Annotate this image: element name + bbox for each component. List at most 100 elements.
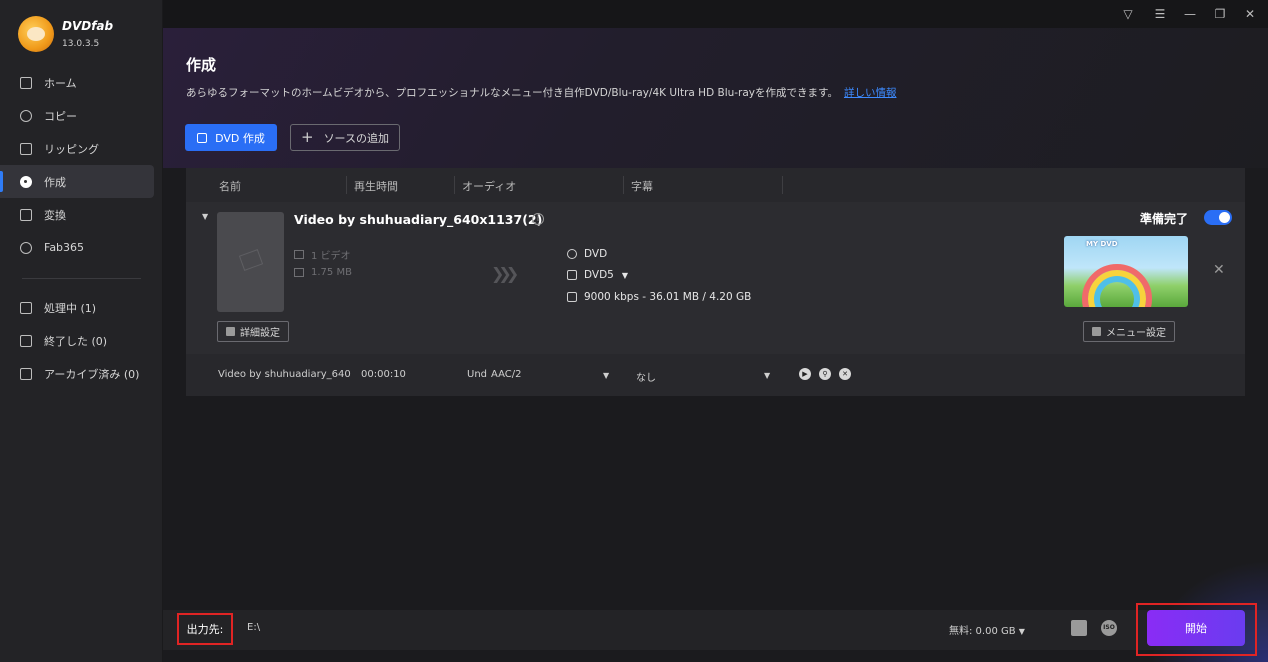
source-title: Video by shuhuadiary_640x1137(2)	[294, 212, 543, 227]
chevron-down-icon[interactable]: ▼	[764, 371, 770, 380]
page-title: 作成	[186, 56, 217, 74]
play-icon[interactable]: ▶	[799, 368, 811, 380]
file-size-text: 1.75 MB	[311, 267, 352, 278]
folder-icon[interactable]	[1071, 620, 1087, 636]
ready-toggle[interactable]	[1204, 210, 1232, 225]
dvdfab-logo	[18, 16, 54, 52]
storage-icon	[567, 292, 577, 302]
film-icon	[294, 250, 304, 259]
app-name: DVDfab	[62, 19, 114, 33]
chevron-down-icon: ▼	[1018, 627, 1025, 636]
chevron-down-icon[interactable]: ▼	[603, 371, 609, 380]
video-count: 1 ビデオ	[294, 247, 351, 262]
status-ready: 準備完了	[1140, 212, 1189, 226]
shirt-icon[interactable]: ▽	[1119, 5, 1137, 23]
sidebar-item-label: リッピング	[44, 142, 99, 156]
minimize-icon[interactable]: —	[1181, 5, 1199, 23]
sidebar-item-copy[interactable]: コピー	[0, 99, 163, 132]
video-thumbnail	[217, 212, 284, 312]
advanced-settings-label: 詳細設定	[240, 328, 280, 339]
audio-codec-select[interactable]: AAC/2	[491, 369, 522, 380]
remove-item-icon[interactable]: ✕	[1213, 262, 1225, 278]
sidebar-item-label: ホーム	[44, 76, 77, 90]
page-header: 作成 あらゆるフォーマットのホームビデオから、プロフエッショナルなメニュー付き自…	[163, 28, 1268, 168]
track-duration: 00:00:10	[361, 369, 406, 380]
column-divider	[346, 176, 347, 194]
finished-icon	[20, 334, 32, 347]
sidebar: DVDfab 13.0.3.5 ホーム コピー リッピング 作成 変換 Fab3…	[0, 0, 163, 662]
ripping-icon	[20, 142, 32, 155]
source-item: ▼ Video by shuhuadiary_640x1137(2) i 1 ビ…	[186, 202, 1245, 354]
output-path[interactable]: E:\	[247, 622, 260, 633]
sidebar-item-ripping[interactable]: リッピング	[0, 132, 163, 165]
rainbow-graphic	[1082, 264, 1152, 307]
remove-track-icon[interactable]: ✕	[839, 368, 851, 380]
iso-icon[interactable]: ISO	[1101, 620, 1117, 636]
footer-bar: 出力先: E:\ 無料: 0.00 GB ▼ ISO	[163, 610, 1268, 650]
sidebar-item-label: 作成	[44, 175, 66, 189]
sidebar-nav: ホーム コピー リッピング 作成 変換 Fab365 処理中 (1) 終了した …	[0, 66, 163, 390]
output-label: 出力先:	[177, 613, 233, 645]
sidebar-item-create[interactable]: 作成	[0, 165, 154, 198]
start-button[interactable]: 開始	[1147, 610, 1245, 646]
sidebar-item-label: アーカイブ済み (0)	[44, 367, 140, 381]
title-bar: ▽ ☰ — ❐ ✕	[163, 0, 1268, 28]
sidebar-item-convert[interactable]: 変換	[0, 198, 163, 231]
output-format: DVD	[567, 248, 607, 260]
menu-settings-icon	[1092, 327, 1101, 336]
restore-icon[interactable]: ❐	[1211, 5, 1229, 23]
sidebar-item-label: 処理中 (1)	[44, 301, 97, 315]
chevron-down-icon: ▼	[621, 270, 629, 280]
arrow-right-icon: ❯❯❯	[491, 264, 519, 283]
advanced-settings-button[interactable]: 詳細設定	[217, 321, 289, 342]
sidebar-item-label: コピー	[44, 109, 77, 123]
collapse-caret-icon[interactable]: ▼	[202, 212, 208, 221]
dvd-create-button[interactable]: DVD 作成	[185, 124, 277, 151]
menu-preview[interactable]: MY DVD	[1064, 236, 1188, 307]
free-space[interactable]: 無料: 0.00 GB ▼	[949, 622, 1025, 637]
fab365-icon	[20, 241, 32, 254]
info-icon[interactable]: i	[532, 213, 544, 225]
output-format-text: DVD	[584, 248, 608, 260]
sidebar-item-home[interactable]: ホーム	[0, 66, 163, 99]
page-description: あらゆるフォーマットのホームビデオから、プロフエッショナルなメニュー付き自作DV…	[186, 85, 896, 100]
sidebar-item-label: Fab365	[44, 241, 85, 254]
home-icon	[20, 76, 32, 89]
bitrate-text: 9000 kbps - 36.01 MB / 4.20 GB	[584, 291, 752, 303]
disc-type-icon	[567, 270, 577, 280]
more-info-link[interactable]: 詳しい情報	[844, 87, 897, 99]
dvd-create-icon	[197, 132, 208, 143]
file-icon	[294, 268, 304, 277]
disc-icon	[20, 175, 32, 188]
menu-icon[interactable]: ☰	[1151, 5, 1169, 23]
archive-icon	[20, 367, 32, 380]
menu-settings-button[interactable]: メニュー設定	[1083, 321, 1175, 342]
column-header-duration: 再生時間	[354, 180, 398, 193]
plus-icon: +	[300, 128, 314, 146]
copy-icon	[20, 109, 32, 122]
track-name: Video by shuhuadiary_640	[218, 369, 351, 380]
bitrate-info: 9000 kbps - 36.01 MB / 4.20 GB	[567, 291, 751, 303]
settings-icon	[226, 327, 235, 336]
close-icon[interactable]: ✕	[1241, 5, 1259, 23]
menu-preview-title: MY DVD	[1086, 240, 1118, 248]
menu-settings-label: メニュー設定	[1106, 328, 1166, 339]
app-version: 13.0.3.5	[62, 39, 100, 49]
sidebar-item-label: 変換	[44, 208, 66, 222]
column-header-name: 名前	[219, 180, 241, 193]
sidebar-item-fab365[interactable]: Fab365	[0, 231, 163, 264]
column-divider	[454, 176, 455, 194]
disc-type-select[interactable]: DVD5 ▼	[567, 269, 628, 281]
film-icon	[20, 208, 32, 221]
sidebar-divider	[22, 278, 141, 279]
sidebar-item-processing[interactable]: 処理中 (1)	[0, 291, 163, 324]
add-source-label: ソースの追加	[323, 131, 390, 145]
column-header-subtitle: 字幕	[631, 180, 653, 193]
sidebar-item-finished[interactable]: 終了した (0)	[0, 324, 163, 357]
file-size: 1.75 MB	[294, 267, 352, 278]
sidebar-item-archived[interactable]: アーカイブ済み (0)	[0, 357, 163, 390]
audio-lang: Und	[467, 369, 488, 380]
search-icon[interactable]: ⚲	[819, 368, 831, 380]
subtitle-select[interactable]: なし	[636, 369, 656, 384]
add-source-button[interactable]: + ソースの追加	[290, 124, 400, 151]
